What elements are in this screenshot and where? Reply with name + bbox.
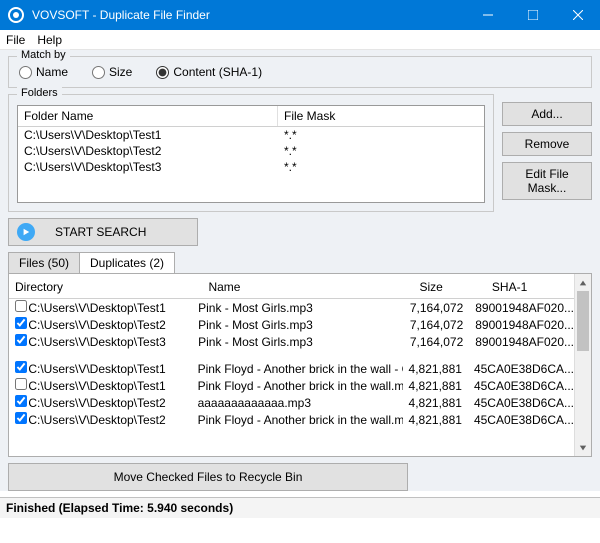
play-icon: [17, 223, 35, 241]
folder-mask: *.*: [278, 159, 484, 175]
row-checkbox[interactable]: [15, 317, 27, 329]
row-size: 4,821,881: [403, 379, 474, 393]
folders-group: Folders Folder Name File Mask C:\Users\V…: [8, 94, 494, 212]
row-directory: C:\Users\V\Desktop\Test1: [28, 362, 197, 376]
window-title: VOVSOFT - Duplicate File Finder: [32, 8, 465, 22]
match-by-legend: Match by: [17, 49, 70, 61]
col-name[interactable]: Name: [202, 280, 413, 294]
result-row[interactable]: C:\Users\V\Desktop\Test2aaaaaaaaaaaaa.mp…: [9, 394, 574, 411]
scroll-thumb[interactable]: [577, 291, 589, 351]
match-name-radio[interactable]: Name: [19, 65, 68, 79]
row-directory: C:\Users\V\Desktop\Test1: [28, 301, 198, 315]
status-bar: Finished (Elapsed Time: 5.940 seconds): [0, 497, 600, 518]
menu-file[interactable]: File: [6, 33, 25, 47]
col-directory[interactable]: Directory: [9, 280, 202, 294]
tab-duplicates[interactable]: Duplicates (2): [79, 252, 175, 273]
col-sha[interactable]: SHA-1: [486, 280, 574, 294]
row-sha: 45CA0E38D6CA...: [474, 362, 574, 376]
folder-mask: *.*: [278, 127, 484, 143]
row-name: Pink - Most Girls.mp3: [198, 335, 404, 349]
folder-row[interactable]: C:\Users\V\Desktop\Test2*.*: [18, 143, 484, 159]
maximize-button[interactable]: [510, 0, 555, 30]
result-row[interactable]: C:\Users\V\Desktop\Test2Pink - Most Girl…: [9, 316, 574, 333]
row-name: Pink - Most Girls.mp3: [198, 318, 404, 332]
menu-help[interactable]: Help: [37, 33, 62, 47]
scrollbar[interactable]: [574, 274, 591, 456]
folder-mask: *.*: [278, 143, 484, 159]
app-icon: [8, 7, 24, 23]
row-sha: 89001948AF020...: [475, 318, 574, 332]
result-row[interactable]: C:\Users\V\Desktop\Test1Pink - Most Girl…: [9, 299, 574, 316]
close-button[interactable]: [555, 0, 600, 30]
row-directory: C:\Users\V\Desktop\Test1: [28, 379, 197, 393]
row-directory: C:\Users\V\Desktop\Test3: [28, 335, 198, 349]
menubar: File Help: [0, 30, 600, 50]
result-row[interactable]: C:\Users\V\Desktop\Test3Pink - Most Girl…: [9, 333, 574, 350]
row-size: 7,164,072: [404, 335, 475, 349]
row-sha: 45CA0E38D6CA...: [474, 413, 574, 427]
folders-col-name[interactable]: Folder Name: [18, 106, 278, 126]
scroll-down-icon[interactable]: [575, 439, 591, 456]
start-search-button[interactable]: START SEARCH: [8, 218, 198, 246]
row-size: 4,821,881: [403, 396, 474, 410]
folder-path: C:\Users\V\Desktop\Test3: [18, 159, 278, 175]
col-size[interactable]: Size: [413, 280, 485, 294]
row-name: aaaaaaaaaaaaa.mp3: [198, 396, 403, 410]
row-size: 4,821,881: [403, 413, 474, 427]
row-sha: 89001948AF020...: [475, 335, 574, 349]
match-size-radio[interactable]: Size: [92, 65, 132, 79]
row-size: 7,164,072: [404, 318, 475, 332]
minimize-button[interactable]: [465, 0, 510, 30]
folders-table[interactable]: Folder Name File Mask C:\Users\V\Desktop…: [17, 105, 485, 203]
row-checkbox[interactable]: [15, 361, 27, 373]
row-checkbox[interactable]: [15, 300, 27, 312]
results-panel: Directory Name Size SHA-1 C:\Users\V\Des…: [8, 273, 592, 457]
move-to-recycle-button[interactable]: Move Checked Files to Recycle Bin: [8, 463, 408, 491]
match-content-radio[interactable]: Content (SHA-1): [156, 65, 262, 79]
remove-button[interactable]: Remove: [502, 132, 592, 156]
folder-row[interactable]: C:\Users\V\Desktop\Test3*.*: [18, 159, 484, 175]
row-checkbox[interactable]: [15, 412, 27, 424]
row-name: Pink Floyd - Another brick in the wall.m…: [198, 379, 403, 393]
result-row[interactable]: C:\Users\V\Desktop\Test1Pink Floyd - Ano…: [9, 377, 574, 394]
folder-row[interactable]: C:\Users\V\Desktop\Test1*.*: [18, 127, 484, 143]
match-by-group: Match by Name Size Content (SHA-1): [8, 56, 592, 88]
result-row[interactable]: C:\Users\V\Desktop\Test2Pink Floyd - Ano…: [9, 411, 574, 428]
titlebar: VOVSOFT - Duplicate File Finder: [0, 0, 600, 30]
scroll-up-icon[interactable]: [575, 274, 591, 291]
folder-path: C:\Users\V\Desktop\Test2: [18, 143, 278, 159]
folders-col-mask[interactable]: File Mask: [278, 106, 484, 126]
tab-files[interactable]: Files (50): [8, 252, 80, 273]
row-directory: C:\Users\V\Desktop\Test2: [28, 396, 197, 410]
row-sha: 89001948AF020...: [475, 301, 574, 315]
add-button[interactable]: Add...: [502, 102, 592, 126]
row-sha: 45CA0E38D6CA...: [474, 379, 574, 393]
row-checkbox[interactable]: [15, 378, 27, 390]
row-directory: C:\Users\V\Desktop\Test2: [28, 413, 197, 427]
row-checkbox[interactable]: [15, 334, 27, 346]
row-name: Pink - Most Girls.mp3: [198, 301, 404, 315]
row-sha: 45CA0E38D6CA...: [474, 396, 574, 410]
edit-mask-button[interactable]: Edit File Mask...: [502, 162, 592, 200]
result-row[interactable]: C:\Users\V\Desktop\Test1Pink Floyd - Ano…: [9, 360, 574, 377]
folders-legend: Folders: [17, 87, 62, 99]
row-checkbox[interactable]: [15, 395, 27, 407]
row-size: 4,821,881: [403, 362, 474, 376]
row-size: 7,164,072: [404, 301, 475, 315]
row-name: Pink Floyd - Another brick in the wall -…: [198, 362, 403, 376]
row-name: Pink Floyd - Another brick in the wall.m…: [198, 413, 403, 427]
folder-path: C:\Users\V\Desktop\Test1: [18, 127, 278, 143]
row-directory: C:\Users\V\Desktop\Test2: [28, 318, 198, 332]
